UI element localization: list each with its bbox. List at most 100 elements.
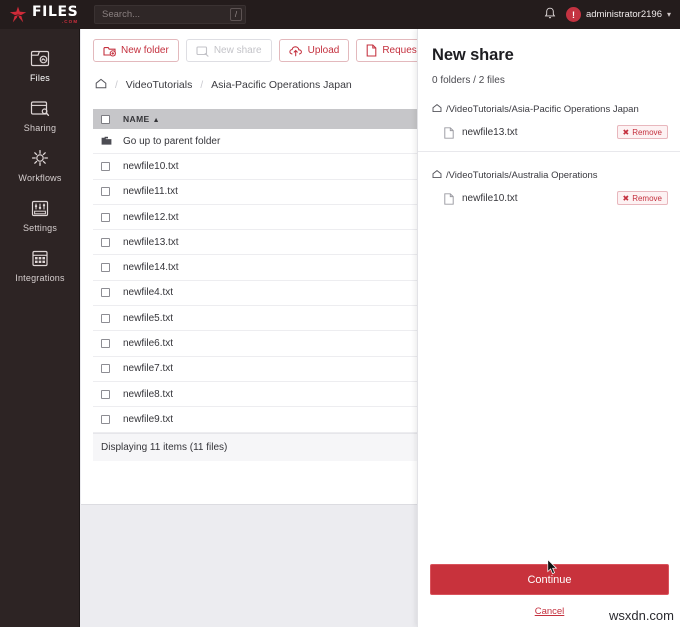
brand-logo[interactable]: FILES .COM [0, 0, 84, 29]
row-checkbox[interactable] [101, 288, 110, 298]
remove-label: Remove [632, 127, 662, 137]
row-checkbox[interactable] [101, 414, 110, 424]
sidebar-label-workflows: Workflows [18, 173, 62, 183]
sidebar-label-sharing: Sharing [23, 123, 57, 133]
share-group: /VideoTutorials/Australia Operations new… [418, 152, 680, 205]
file-name-label: newfile6.txt [123, 338, 174, 350]
drawer-subtitle: 0 folders / 2 files [432, 75, 505, 86]
search-input[interactable]: Search... / [94, 5, 246, 24]
column-header-name-label: NAME [123, 114, 150, 124]
table-row[interactable]: newfile9.txt [93, 407, 431, 433]
row-checkbox[interactable] [101, 263, 110, 273]
remove-button[interactable]: ✖ Remove [616, 125, 668, 139]
files-star-logo-icon [8, 5, 28, 25]
sidebar-item-settings[interactable]: Settings [0, 189, 80, 239]
share-file-row: newfile13.txt ✖ Remove [444, 125, 668, 139]
go-up-row[interactable]: Go up to parent folder [93, 129, 431, 155]
row-checkbox[interactable] [101, 212, 110, 222]
new-share-drawer: New share 0 folders / 2 files /VideoTuto… [417, 29, 680, 627]
mouse-cursor [547, 558, 558, 580]
files-icon [28, 47, 52, 69]
bell-icon[interactable] [544, 7, 556, 22]
table-row[interactable]: newfile10.txt [93, 154, 431, 180]
table-row[interactable]: newfile6.txt [93, 331, 431, 357]
row-checkbox[interactable] [101, 237, 110, 247]
file-icon [444, 126, 454, 139]
file-name-label: newfile13.txt [123, 236, 179, 248]
workflows-icon [28, 147, 52, 169]
file-table-header: NAME ▲ [93, 109, 431, 129]
column-header-name[interactable]: NAME ▲ [123, 114, 160, 124]
sidebar-item-files[interactable]: Files [0, 39, 80, 89]
new-folder-button[interactable]: New folder [93, 39, 179, 62]
sidebar-label-settings: Settings [22, 223, 58, 233]
close-icon: ✖ [622, 127, 630, 137]
file-name-label: newfile9.txt [123, 413, 174, 425]
share-file-row: newfile10.txt ✖ Remove [444, 191, 668, 205]
file-name-label: newfile4.txt [123, 287, 174, 299]
new-share-button[interactable]: New share [185, 39, 272, 62]
sidebar-label-integrations: Integrations [15, 273, 65, 283]
table-row[interactable]: newfile7.txt [93, 357, 431, 382]
share-group-path-label: /VideoTutorials/Asia-Pacific Operations … [446, 104, 639, 115]
new-folder-label: New folder [121, 45, 169, 56]
home-icon[interactable] [95, 78, 107, 92]
breadcrumb-item-videotutorials[interactable]: VideoTutorials [126, 79, 193, 91]
row-checkbox[interactable] [101, 187, 110, 197]
request-label: Request [382, 45, 420, 56]
logo-wordmark: FILES [32, 3, 79, 20]
share-group-path: /VideoTutorials/Asia-Pacific Operations … [418, 103, 680, 116]
sidebar-item-sharing[interactable]: Sharing [0, 89, 80, 139]
file-name-label: newfile11.txt [123, 186, 178, 198]
chevron-down-icon: ▾ [666, 10, 671, 19]
table-row[interactable]: newfile8.txt [93, 382, 431, 408]
home-icon [432, 169, 442, 182]
watermark: wsxdn.com [608, 608, 674, 623]
sidebar-item-integrations[interactable]: Integrations [0, 239, 80, 289]
breadcrumb-item-current[interactable]: Asia-Pacific Operations Japan [211, 79, 352, 91]
share-group-path: /VideoTutorials/Australia Operations [418, 169, 680, 182]
home-icon [432, 103, 442, 116]
select-all-checkbox[interactable] [101, 114, 110, 124]
row-checkbox[interactable] [101, 339, 110, 349]
user-menu[interactable]: ! administrator2196 ▾ [565, 7, 671, 22]
share-file-name: newfile13.txt [462, 126, 518, 138]
avatar: ! [565, 7, 581, 22]
new-folder-icon [103, 45, 116, 57]
new-share-label: New share [213, 45, 262, 56]
row-checkbox[interactable] [101, 364, 110, 374]
upload-button[interactable]: Upload [278, 39, 350, 62]
table-row[interactable]: newfile5.txt [93, 306, 431, 332]
search-shortcut-key: / [230, 8, 242, 21]
table-row[interactable]: newfile4.txt [93, 281, 431, 307]
topbar-right-group: ! administrator2196 ▾ [544, 7, 680, 22]
table-row[interactable]: newfile12.txt [93, 205, 431, 231]
sidebar: Files Sharing Workflows Settings Integra… [0, 29, 80, 627]
go-up-label: Go up to parent folder [123, 135, 221, 147]
top-bar: FILES .COM Search... / ! administrator21… [0, 0, 680, 29]
share-group: /VideoTutorials/Asia-Pacific Operations … [418, 86, 680, 152]
integrations-icon [28, 247, 52, 269]
app-root: FILES .COM Search... / ! administrator21… [0, 0, 680, 627]
table-row[interactable]: newfile14.txt [93, 255, 431, 281]
row-checkbox[interactable] [101, 161, 110, 171]
sidebar-item-workflows[interactable]: Workflows [0, 139, 80, 189]
sidebar-label-files: Files [29, 73, 50, 83]
breadcrumb-separator-2: / [200, 79, 204, 91]
row-checkbox[interactable] [101, 389, 110, 399]
file-table: NAME ▲ Go up to parent folder newfile10.t… [93, 109, 431, 461]
remove-button[interactable]: ✖ Remove [616, 191, 668, 205]
table-row[interactable]: newfile13.txt [93, 230, 431, 256]
file-name-label: newfile7.txt [123, 363, 174, 375]
file-icon [444, 192, 454, 205]
settings-icon [28, 197, 52, 219]
file-name-label: newfile12.txt [123, 211, 179, 223]
file-name-label: newfile5.txt [123, 312, 174, 324]
drawer-title: New share [432, 46, 514, 64]
close-icon: ✖ [622, 193, 630, 203]
table-row[interactable]: newfile11.txt [93, 180, 431, 205]
sort-ascending-icon: ▲ [152, 117, 160, 124]
file-name-label: newfile14.txt [123, 262, 179, 274]
row-checkbox[interactable] [101, 313, 110, 323]
upload-label: Upload [307, 45, 340, 56]
